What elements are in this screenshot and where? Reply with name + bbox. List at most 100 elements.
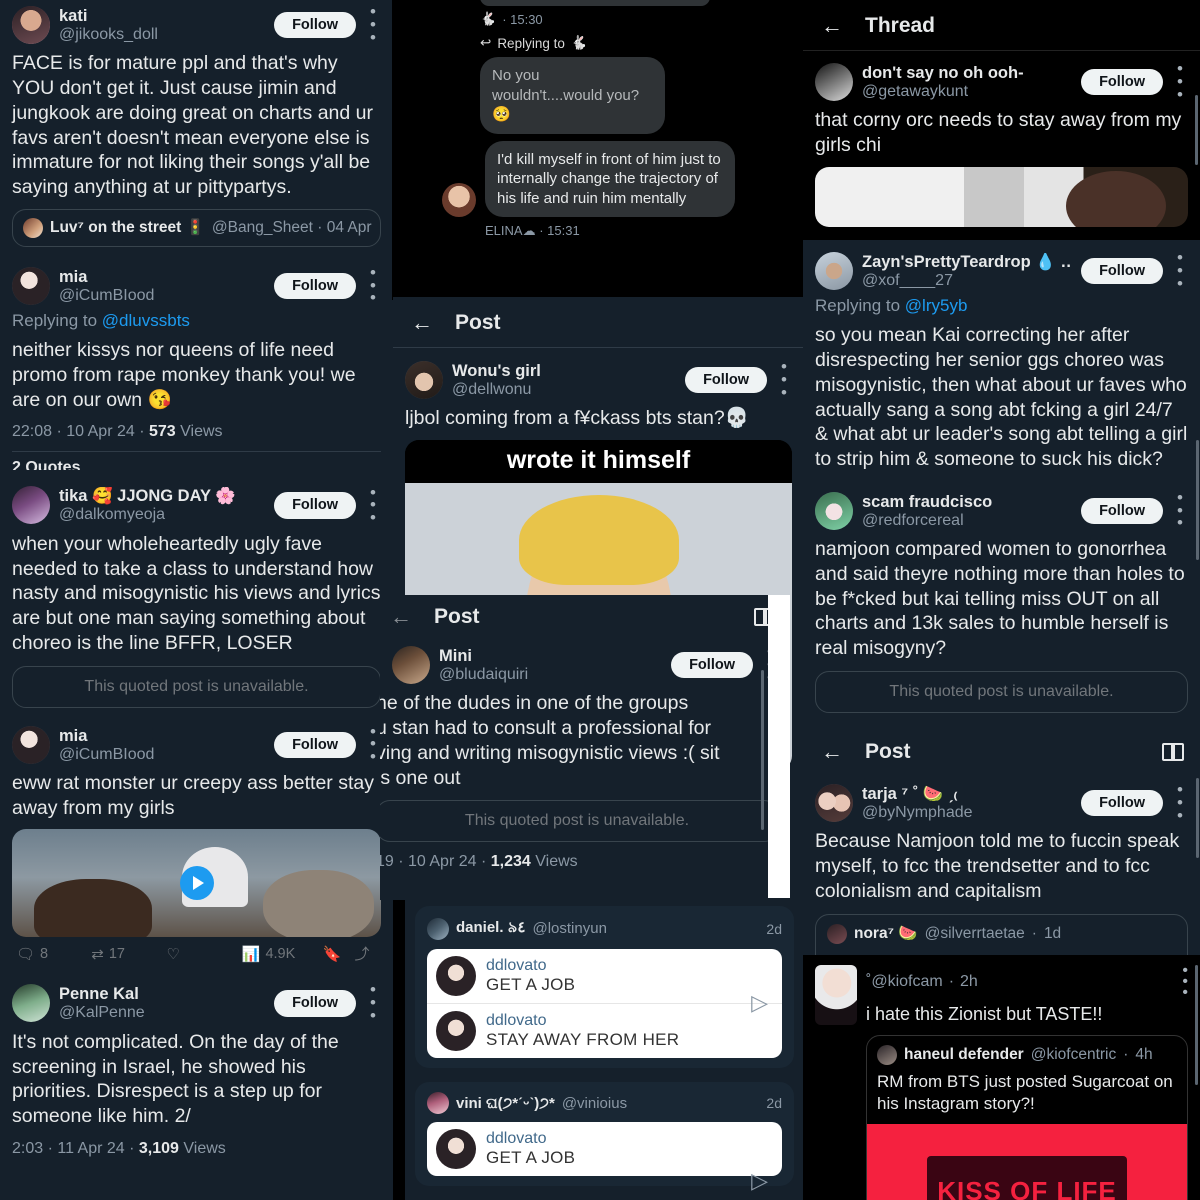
reply-name: nora⁷ 🍉 [854,925,918,943]
views-action[interactable]: 📊 4.9K [242,945,317,963]
chat-sender-time: · 15:31 [539,223,580,238]
tweet-image[interactable] [815,166,1188,227]
more-options-icon[interactable]: ••• [365,3,381,45]
chat-bubble-incoming[interactable]: No you wouldn't....would you?🥺 [480,57,665,134]
follow-button[interactable]: Follow [1081,789,1163,817]
avatar[interactable] [12,6,50,44]
quotes-count[interactable]: 2 Quotes [12,459,381,470]
back-arrow-icon[interactable]: ← [411,312,433,334]
follow-button[interactable]: Follow [1081,257,1163,285]
more-options-icon[interactable]: ••• [1182,962,1188,1001]
more-options-icon[interactable]: ••• [1172,60,1188,102]
follow-button[interactable]: Follow [685,366,767,394]
reply-action[interactable]: 🗨 8 [16,945,91,963]
tweet-mia-2[interactable]: mia @iCumBIood Follow • • • eww rat monste… [0,714,393,975]
post-navbar: ← Post [393,297,804,347]
avatar[interactable] [12,486,50,525]
avatar[interactable] [815,965,857,1025]
avatar[interactable] [12,984,50,1023]
avatar[interactable] [427,917,449,940]
tweet-mia-1[interactable]: mia @iCumBIood Follow • • • Replying to @d… [0,253,393,477]
display-name: vini ଘ(੭*ˊᵕˋ)੭* [456,1094,555,1112]
follow-button[interactable]: Follow [274,492,356,519]
reader-mode-icon[interactable] [1162,743,1184,761]
follow-button[interactable]: Follow [274,272,356,300]
follow-button[interactable]: Follow [671,651,753,679]
more-options-icon[interactable]: ••• [1172,249,1188,291]
bookmark-action[interactable]: 🔖 [317,945,347,963]
tweet-tarja[interactable]: tarja ⁷ ˚ 🍉 ˏ₍ @byNymphade Follow • • • Be… [803,774,1200,979]
follow-button[interactable]: Follow [274,731,356,758]
more-options-icon[interactable]: ••• [776,358,792,400]
avatar[interactable] [815,491,853,530]
send-icon[interactable]: ▷ [751,1168,768,1194]
scrollbar[interactable] [1196,778,1199,858]
shared-card-item[interactable]: ddlovato GET A JOB [427,1122,782,1176]
avatar[interactable] [12,725,50,764]
quoted-post[interactable]: haneul defender @kiofcentric · 4h RM fro… [866,1034,1188,1200]
views-count: 4.9K [265,945,296,962]
back-arrow-icon[interactable]: ← [821,741,843,763]
shared-card-text: ddlovato GET A JOB [486,957,575,995]
meta-date: 10 Apr 24 [66,423,135,441]
shared-card-item[interactable]: ddlovato GET A JOB [427,949,782,1003]
more-options-icon[interactable]: ••• [365,264,381,306]
tweet-header: don't say no oh ooh- @getawaykunt Follow… [815,60,1188,102]
handle: @lostinyun [532,920,607,937]
shared-card[interactable]: ddlovato GET A JOB [427,1122,782,1176]
chat-bubble-outgoing[interactable]: I'd kill myself in front of him just to … [485,140,735,217]
scrollbar[interactable] [1196,440,1199,560]
replying-handle[interactable]: @lry5yb [905,296,968,315]
tweet-penne-kal[interactable]: Penne Kal @KalPenne Follow • • • It's not … [0,974,393,1163]
tweet-zayn[interactable]: Zayn'sPrettyTeardrop 💧 … @xof____27 Foll… [803,240,1200,478]
chat-avatar[interactable] [442,183,476,217]
tweet-getawaykunt[interactable]: don't say no oh ooh- @getawaykunt Follow… [803,51,1200,233]
image-text: KISS OF LIFE [937,1176,1117,1200]
back-arrow-icon[interactable]: ← [390,606,412,628]
avatar[interactable] [405,361,443,399]
tweet-author: Wonu's girl @dellwonu [452,361,676,399]
avatar[interactable] [815,252,853,290]
shared-card-item[interactable]: ddlovato STAY AWAY FROM HER [427,1003,782,1058]
repost-action[interactable]: ⇄ 17 [91,945,166,963]
follow-button[interactable]: Follow [274,11,356,39]
like-action[interactable]: ♡ [167,945,242,963]
scrollbar[interactable] [761,670,764,830]
more-options-icon[interactable]: ••• [365,484,381,526]
tweet-fraudcisco[interactable]: scam fraudcisco @redforcereal Follow • • •… [803,478,1200,719]
scrollbar[interactable] [1195,965,1198,1085]
quoted-image[interactable]: KISS OF LIFE [867,1123,1187,1200]
shared-card-text: ddlovato GET A JOB [486,1130,575,1168]
more-options-icon[interactable]: ••• [1172,781,1188,823]
send-icon[interactable]: ▷ [751,990,768,1016]
avatar[interactable] [815,63,853,101]
more-options-icon[interactable]: ••• [1172,489,1188,531]
avatar[interactable] [392,646,430,684]
follow-button[interactable]: Follow [1081,497,1163,525]
scrollbar[interactable] [1195,95,1198,165]
tweet-video[interactable] [12,829,381,938]
back-arrow-icon[interactable]: ← [821,15,843,37]
chat-thread: 🐇 · 15:30 ↩ Replying to 🐇 No you wouldn'… [392,0,804,288]
tweet-text: ljbol coming from a f¥ckass bts stan?💀 [405,407,750,430]
avatar[interactable] [12,266,50,305]
replying-handle[interactable]: @dluvssbts [102,311,190,330]
dm-item-daniel[interactable]: daniel. ৯٤ @lostinyun 2d ddlovato GET A … [415,906,794,1068]
play-button-icon[interactable] [179,866,214,901]
dm-item-vini[interactable]: vini ଘ(੭*ˊᵕˋ)੭* @vinioius 2d ddlovato GE… [415,1082,794,1186]
more-options-icon[interactable]: ••• [365,982,381,1024]
tweet-text: that corny orc needs to stay away from m… [815,109,1182,157]
avatar[interactable] [815,784,853,822]
shared-card[interactable]: ddlovato GET A JOB ddlovato STAY AWAY FR… [427,949,782,1058]
views-count: 1,234 [490,853,531,871]
tweet-kati[interactable]: kati @jikooks_doll Follow • • • FACE is fo… [0,0,393,253]
tweet-mini[interactable]: Mini @bludaiquiri Follow ••• ne of the d… [380,638,790,877]
follow-button[interactable]: Follow [274,990,356,1017]
avatar[interactable] [427,1092,449,1114]
tweet-tika[interactable]: tika 🥰 JJONG DAY 🌸 @dalkomyeoja Follow •… [0,476,393,713]
share-action[interactable]: ⤴ [347,943,377,964]
more-options-icon[interactable]: ••• [365,723,381,765]
tweet-header: Penne Kal @KalPenne Follow • • • [12,982,381,1024]
quoted-post-card[interactable]: Luv⁷ on the street 🚦 @Bang_Sheet · 04 Ap… [12,208,381,247]
follow-button[interactable]: Follow [1081,68,1163,96]
